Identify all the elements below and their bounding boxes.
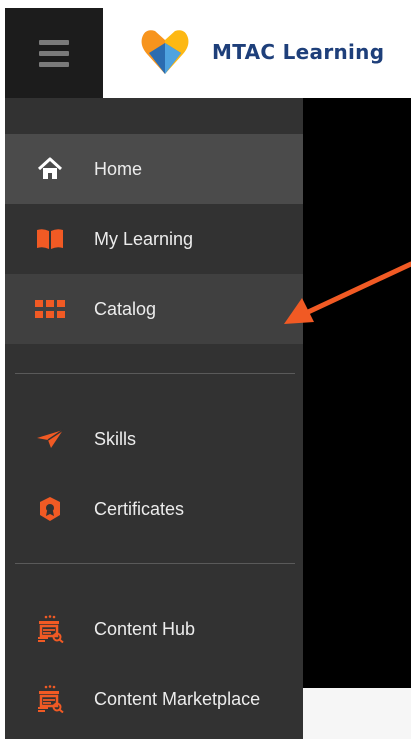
sidebar-item-content-marketplace[interactable]: Content Marketplace: [5, 664, 303, 734]
sidebar-item-label: Catalog: [94, 298, 157, 319]
sidebar-item-label: Home: [94, 158, 143, 179]
app-frame: MTAC Learning Home My Learning Catalog S…: [5, 8, 411, 739]
grid-icon: [35, 294, 65, 324]
top-bar: MTAC Learning: [5, 8, 411, 98]
brand-name: MTAC Learning: [212, 40, 385, 64]
sidebar-item-my-learning[interactable]: My Learning: [5, 204, 303, 274]
sidebar-item-certificates[interactable]: Certificates: [5, 474, 303, 544]
content-marketplace-icon: [35, 684, 65, 714]
hamburger-menu-button[interactable]: [5, 8, 103, 98]
paper-plane-icon: [35, 424, 65, 454]
sidebar-divider: [15, 563, 295, 564]
home-icon: [35, 154, 65, 184]
sidebar-item-label: Content Hub: [94, 618, 196, 639]
sidebar-item-label: My Learning: [94, 228, 194, 249]
open-book-icon: [35, 224, 65, 254]
main-content-footer: [303, 688, 411, 739]
heart-logo-icon: [141, 30, 189, 74]
sidebar: Home My Learning Catalog Skills Certific…: [5, 98, 303, 739]
content-hub-icon: [35, 614, 65, 644]
sidebar-divider: [15, 373, 295, 374]
sidebar-item-label: Certificates: [94, 498, 185, 519]
hamburger-menu-icon: [39, 39, 69, 67]
sidebar-item-home[interactable]: Home: [5, 134, 303, 204]
sidebar-item-label: Content Marketplace: [94, 688, 261, 709]
sidebar-item-content-hub[interactable]: Content Hub: [5, 594, 303, 664]
sidebar-item-catalog[interactable]: Catalog: [5, 274, 303, 344]
sidebar-item-label: Skills: [94, 428, 137, 449]
certificate-badge-icon: [35, 494, 65, 524]
sidebar-item-skills[interactable]: Skills: [5, 404, 303, 474]
brand[interactable]: MTAC Learning: [139, 26, 384, 78]
main-content-area: [303, 98, 411, 688]
